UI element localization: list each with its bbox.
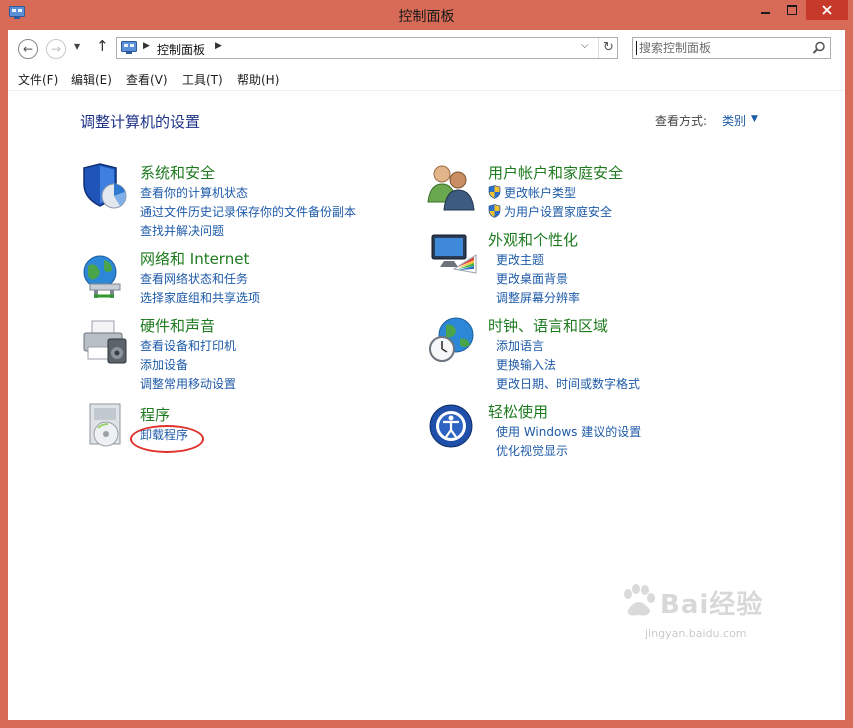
menu-bar: 文件(F) 编辑(E) 查看(V) 工具(T) 帮助(H)	[8, 66, 845, 91]
category-title-network-internet[interactable]: 网络和 Internet	[140, 248, 249, 269]
up-arrow-icon: ↑	[96, 37, 109, 55]
printer-hardware-icon[interactable]	[80, 319, 130, 369]
category-title-clock-language-region[interactable]: 时钟、语言和区域	[488, 315, 608, 336]
refresh-icon: ↻	[603, 40, 614, 55]
users-icon[interactable]	[426, 162, 476, 212]
link-use-recommended-settings[interactable]: 使用 Windows 建议的设置	[496, 423, 641, 440]
menu-file[interactable]: 文件(F)	[18, 71, 58, 88]
back-button[interactable]: ←	[18, 39, 38, 59]
search-icon[interactable]	[811, 40, 827, 56]
close-icon	[822, 5, 832, 15]
watermark-url: jingyan.baidu.com	[645, 627, 747, 640]
breadcrumb-separator-icon[interactable]: ▶	[143, 41, 150, 51]
window-title: 控制面板	[398, 9, 455, 25]
maximize-button[interactable]	[779, 0, 805, 20]
breadcrumb-separator-icon[interactable]: ▶	[215, 41, 222, 51]
link-mobility-settings[interactable]: 调整常用移动设置	[140, 375, 236, 392]
page-title: 调整计算机的设置	[80, 113, 201, 131]
recent-locations-dropdown[interactable]: ▼	[74, 42, 80, 51]
category-title-system-security[interactable]: 系统和安全	[140, 162, 215, 183]
address-history-dropdown-icon[interactable]: ⌵	[581, 40, 589, 51]
category-title-user-accounts[interactable]: 用户帐户和家庭安全	[488, 162, 623, 183]
up-button[interactable]: ↑	[96, 39, 109, 54]
minimize-button[interactable]	[752, 0, 779, 20]
link-change-desktop-background[interactable]: 更改桌面背景	[496, 270, 568, 287]
close-button[interactable]	[806, 0, 848, 20]
link-troubleshoot[interactable]: 查找并解决问题	[140, 222, 224, 239]
category-title-appearance[interactable]: 外观和个性化	[488, 229, 578, 250]
category-title-hardware-sound[interactable]: 硬件和声音	[140, 315, 215, 336]
baidu-jingyan-watermark: Bai经验	[620, 584, 820, 624]
text-caret	[636, 41, 637, 55]
navigation-bar: ← → ▼ ↑ ▶ 控制面板 ▶ ⌵ ↻	[8, 30, 845, 66]
baidu-paw-logo	[624, 584, 655, 616]
link-optimize-visual-display[interactable]: 优化视觉显示	[496, 442, 568, 459]
watermark-brand-text: Bai经验	[660, 590, 764, 620]
monitor-palette-icon[interactable]	[428, 229, 478, 279]
search-input[interactable]	[639, 40, 809, 56]
network-globe-icon[interactable]	[80, 252, 130, 302]
back-arrow-icon: ←	[22, 42, 34, 56]
refresh-button[interactable]: ↻	[598, 38, 618, 58]
category-title-ease-of-access[interactable]: 轻松使用	[488, 401, 548, 422]
minimize-icon	[761, 11, 770, 14]
forward-button[interactable]: →	[46, 39, 66, 59]
address-bar[interactable]: ▶ 控制面板 ▶ ⌵ ↻	[116, 37, 618, 59]
link-network-status[interactable]: 查看网络状态和任务	[140, 270, 248, 287]
shield-security-icon[interactable]	[80, 162, 130, 212]
view-by-label: 查看方式:	[655, 114, 708, 128]
link-add-device[interactable]: 添加设备	[140, 356, 188, 373]
programs-disc-icon[interactable]	[80, 402, 130, 452]
ease-of-access-icon[interactable]	[428, 403, 478, 453]
link-devices-printers[interactable]: 查看设备和打印机	[140, 337, 236, 354]
maximize-icon	[787, 5, 797, 15]
chevron-down-icon[interactable]: ▼	[751, 114, 758, 124]
link-screen-resolution[interactable]: 调整屏幕分辨率	[496, 289, 580, 306]
forward-arrow-icon: →	[50, 42, 62, 56]
link-family-safety[interactable]: 为用户设置家庭安全	[504, 203, 612, 220]
link-add-language[interactable]: 添加语言	[496, 337, 544, 354]
link-change-theme[interactable]: 更改主题	[496, 251, 544, 268]
link-view-computer-status[interactable]: 查看你的计算机状态	[140, 184, 248, 201]
control-panel-content: 调整计算机的设置 查看方式: 类别 ▼ 系统和安全 查看你的计算机状态 通过文件…	[8, 91, 845, 720]
view-by-selector[interactable]: 类别	[722, 112, 746, 129]
uac-shield-icon	[488, 204, 501, 218]
link-homegroup-sharing[interactable]: 选择家庭组和共享选项	[140, 289, 260, 306]
link-date-time-format[interactable]: 更改日期、时间或数字格式	[496, 375, 640, 392]
link-change-input-method[interactable]: 更换输入法	[496, 356, 556, 373]
link-file-history-backup[interactable]: 通过文件历史记录保存你的文件备份副本	[140, 203, 356, 220]
control-panel-window: 控制面板 ← → ▼ ↑ ▶ 控制面板 ▶ ⌵ ↻ 搜索控制面板 文件(F) 编…	[0, 0, 853, 728]
menu-help[interactable]: 帮助(H)	[237, 71, 279, 88]
search-box[interactable]	[632, 37, 831, 59]
clock-globe-icon[interactable]	[428, 315, 478, 365]
highlight-ellipse-annotation	[130, 425, 204, 453]
menu-edit[interactable]: 编辑(E)	[71, 71, 112, 88]
control-panel-location-icon	[121, 41, 137, 55]
category-title-programs[interactable]: 程序	[140, 404, 170, 425]
menu-view[interactable]: 查看(V)	[126, 71, 168, 88]
uac-shield-icon	[488, 185, 501, 199]
title-bar[interactable]: 控制面板	[0, 0, 853, 30]
breadcrumb-control-panel[interactable]: 控制面板	[157, 41, 205, 58]
link-change-account-type[interactable]: 更改帐户类型	[504, 184, 576, 201]
menu-tools[interactable]: 工具(T)	[182, 71, 223, 88]
